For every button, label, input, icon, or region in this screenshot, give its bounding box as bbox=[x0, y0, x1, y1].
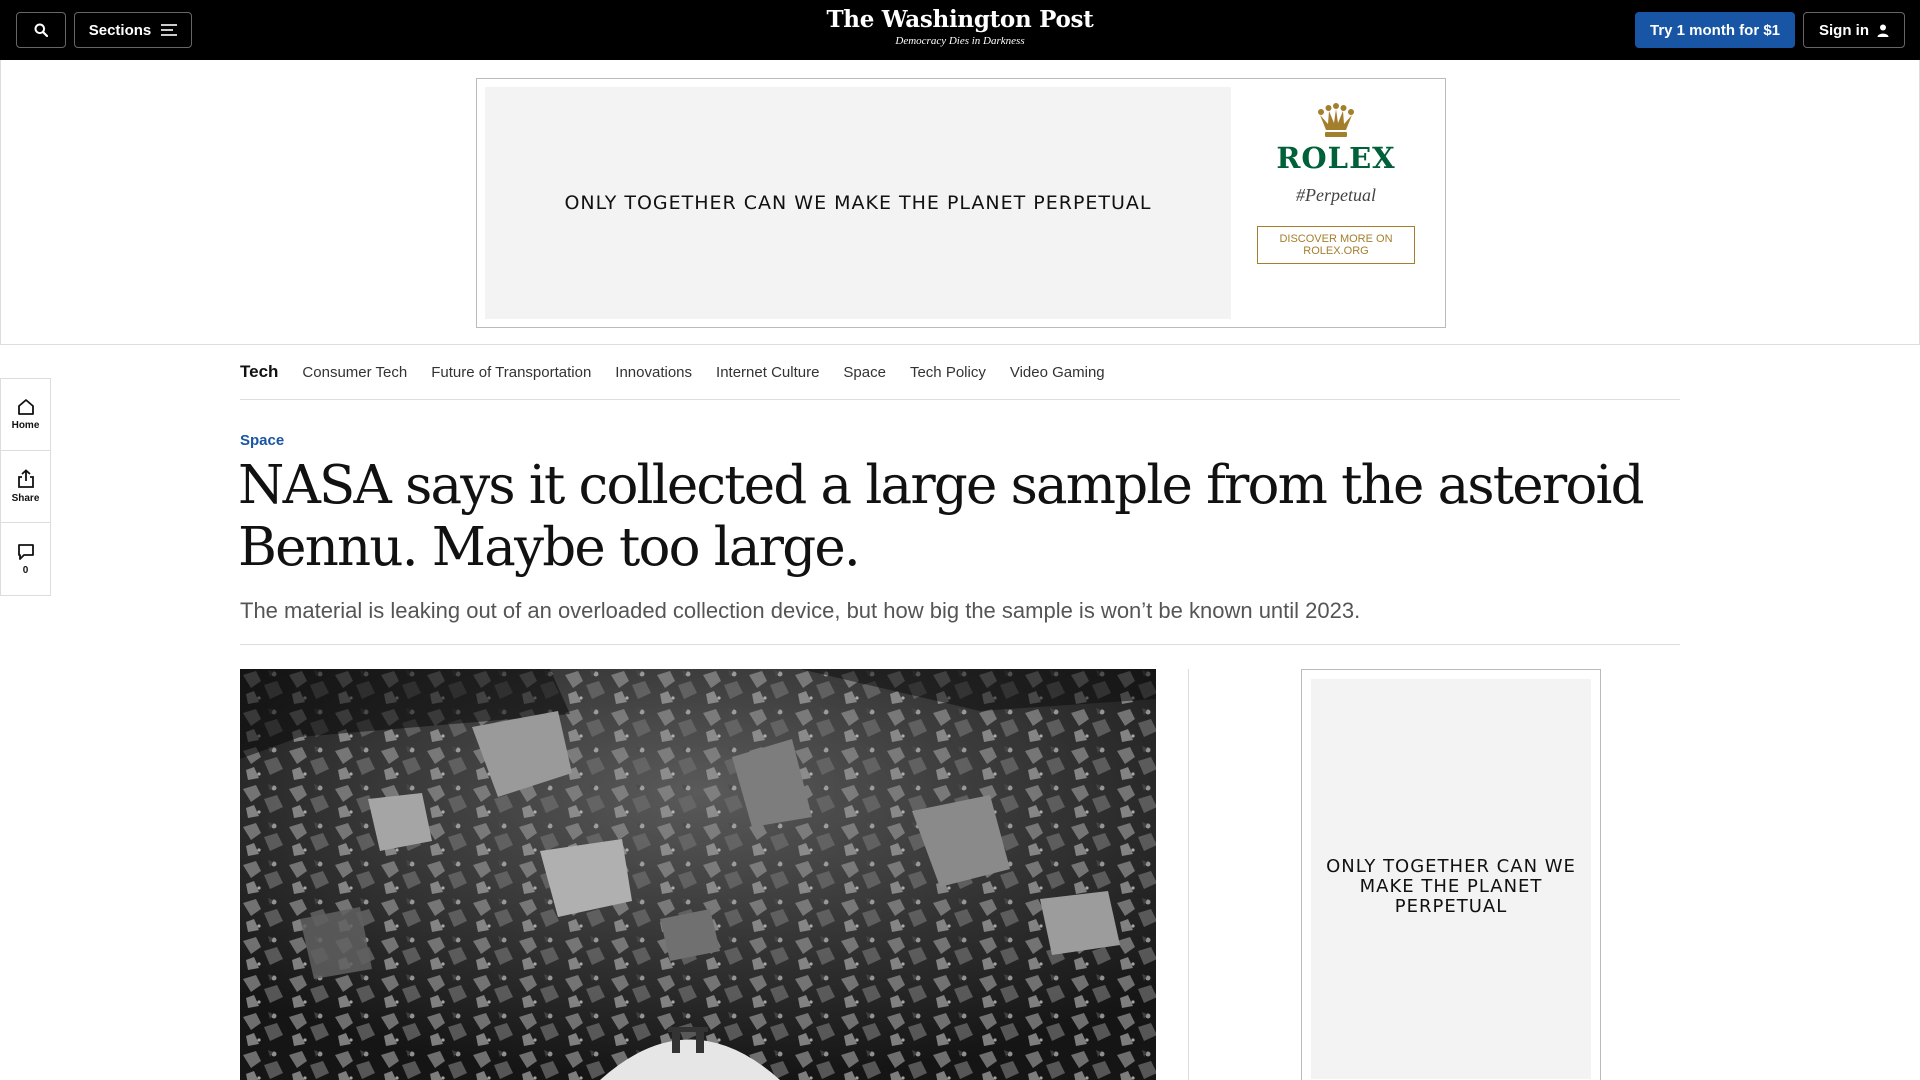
ad-brand-name: ROLEX bbox=[1276, 141, 1396, 175]
share-icon bbox=[17, 469, 34, 488]
ad-discover-button[interactable]: DISCOVER MORE ON ROLEX.ORG bbox=[1257, 226, 1415, 264]
subscribe-button[interactable]: Try 1 month for $1 bbox=[1635, 12, 1795, 48]
rail-home-label: Home bbox=[11, 420, 40, 431]
top-advertisement[interactable]: ONLY TOGETHER CAN WE MAKE THE PLANET PER… bbox=[476, 78, 1446, 328]
sections-label: Sections bbox=[88, 21, 152, 39]
section-nav-item-innovations[interactable]: Innovations bbox=[615, 364, 692, 381]
column-divider bbox=[1188, 669, 1189, 1080]
article-hero-image[interactable] bbox=[240, 669, 1156, 1080]
user-icon bbox=[1877, 24, 1889, 37]
rail-comments-count: 0 bbox=[22, 564, 29, 576]
section-nav-item-future-of-transportation[interactable]: Future of Transportation bbox=[431, 364, 591, 381]
crown-icon bbox=[1318, 103, 1354, 137]
comment-icon bbox=[17, 543, 34, 560]
header-divider bbox=[240, 644, 1680, 645]
section-nav-item-space[interactable]: Space bbox=[843, 364, 886, 381]
sidebar-advertisement[interactable]: ONLY TOGETHER CAN WE MAKE THE PLANET PER… bbox=[1301, 669, 1601, 1080]
sections-menu-button[interactable]: Sections bbox=[74, 12, 192, 48]
article-kicker[interactable]: Space bbox=[240, 432, 284, 449]
search-button[interactable] bbox=[16, 12, 66, 48]
rail-share-button[interactable]: Share bbox=[1, 451, 50, 523]
section-nav-home[interactable]: Tech bbox=[240, 362, 278, 382]
rail-home-button[interactable]: Home bbox=[1, 379, 50, 451]
asteroid-surface-image bbox=[240, 669, 1156, 1080]
search-icon bbox=[34, 23, 48, 37]
ad-brand-panel: ROLEX #Perpetual DISCOVER MORE ON ROLEX.… bbox=[1247, 99, 1425, 264]
sidebar-ad-text: ONLY TOGETHER CAN WE MAKE THE PLANET PER… bbox=[1326, 856, 1576, 917]
ad-tagline: #Perpetual bbox=[1296, 185, 1376, 205]
section-nav-item-internet-culture[interactable]: Internet Culture bbox=[716, 364, 819, 381]
section-nav-item-consumer-tech[interactable]: Consumer Tech bbox=[302, 364, 407, 381]
sign-in-label: Sign in bbox=[1819, 21, 1869, 39]
article-headline: NASA says it collected a large sample fr… bbox=[238, 455, 1645, 578]
masthead-logo[interactable]: The Washington Post Democracy Dies in Da… bbox=[760, 6, 1160, 47]
section-navigation: Tech Consumer Tech Future of Transportat… bbox=[240, 345, 1680, 400]
rail-share-label: Share bbox=[11, 493, 40, 504]
masthead-title: The Washington Post bbox=[826, 6, 1094, 33]
sidebar-ad-panel: ONLY TOGETHER CAN WE MAKE THE PLANET PER… bbox=[1311, 679, 1591, 1079]
sign-in-button[interactable]: Sign in bbox=[1803, 12, 1905, 48]
section-nav-item-tech-policy[interactable]: Tech Policy bbox=[910, 364, 986, 381]
home-icon bbox=[17, 399, 34, 415]
rail-comments-button[interactable]: 0 bbox=[1, 523, 50, 595]
article-subheadline: The material is leaking out of an overlo… bbox=[240, 598, 1361, 623]
left-action-rail: Home Share 0 bbox=[0, 378, 51, 596]
masthead-tagline: Democracy Dies in Darkness bbox=[895, 35, 1025, 47]
ad-headline: ONLY TOGETHER CAN WE MAKE THE PLANET PER… bbox=[485, 87, 1231, 319]
section-nav-item-video-gaming[interactable]: Video Gaming bbox=[1010, 364, 1105, 381]
menu-icon bbox=[161, 24, 178, 36]
top-navigation-bar: Sections The Washington Post Democracy D… bbox=[0, 0, 1920, 60]
